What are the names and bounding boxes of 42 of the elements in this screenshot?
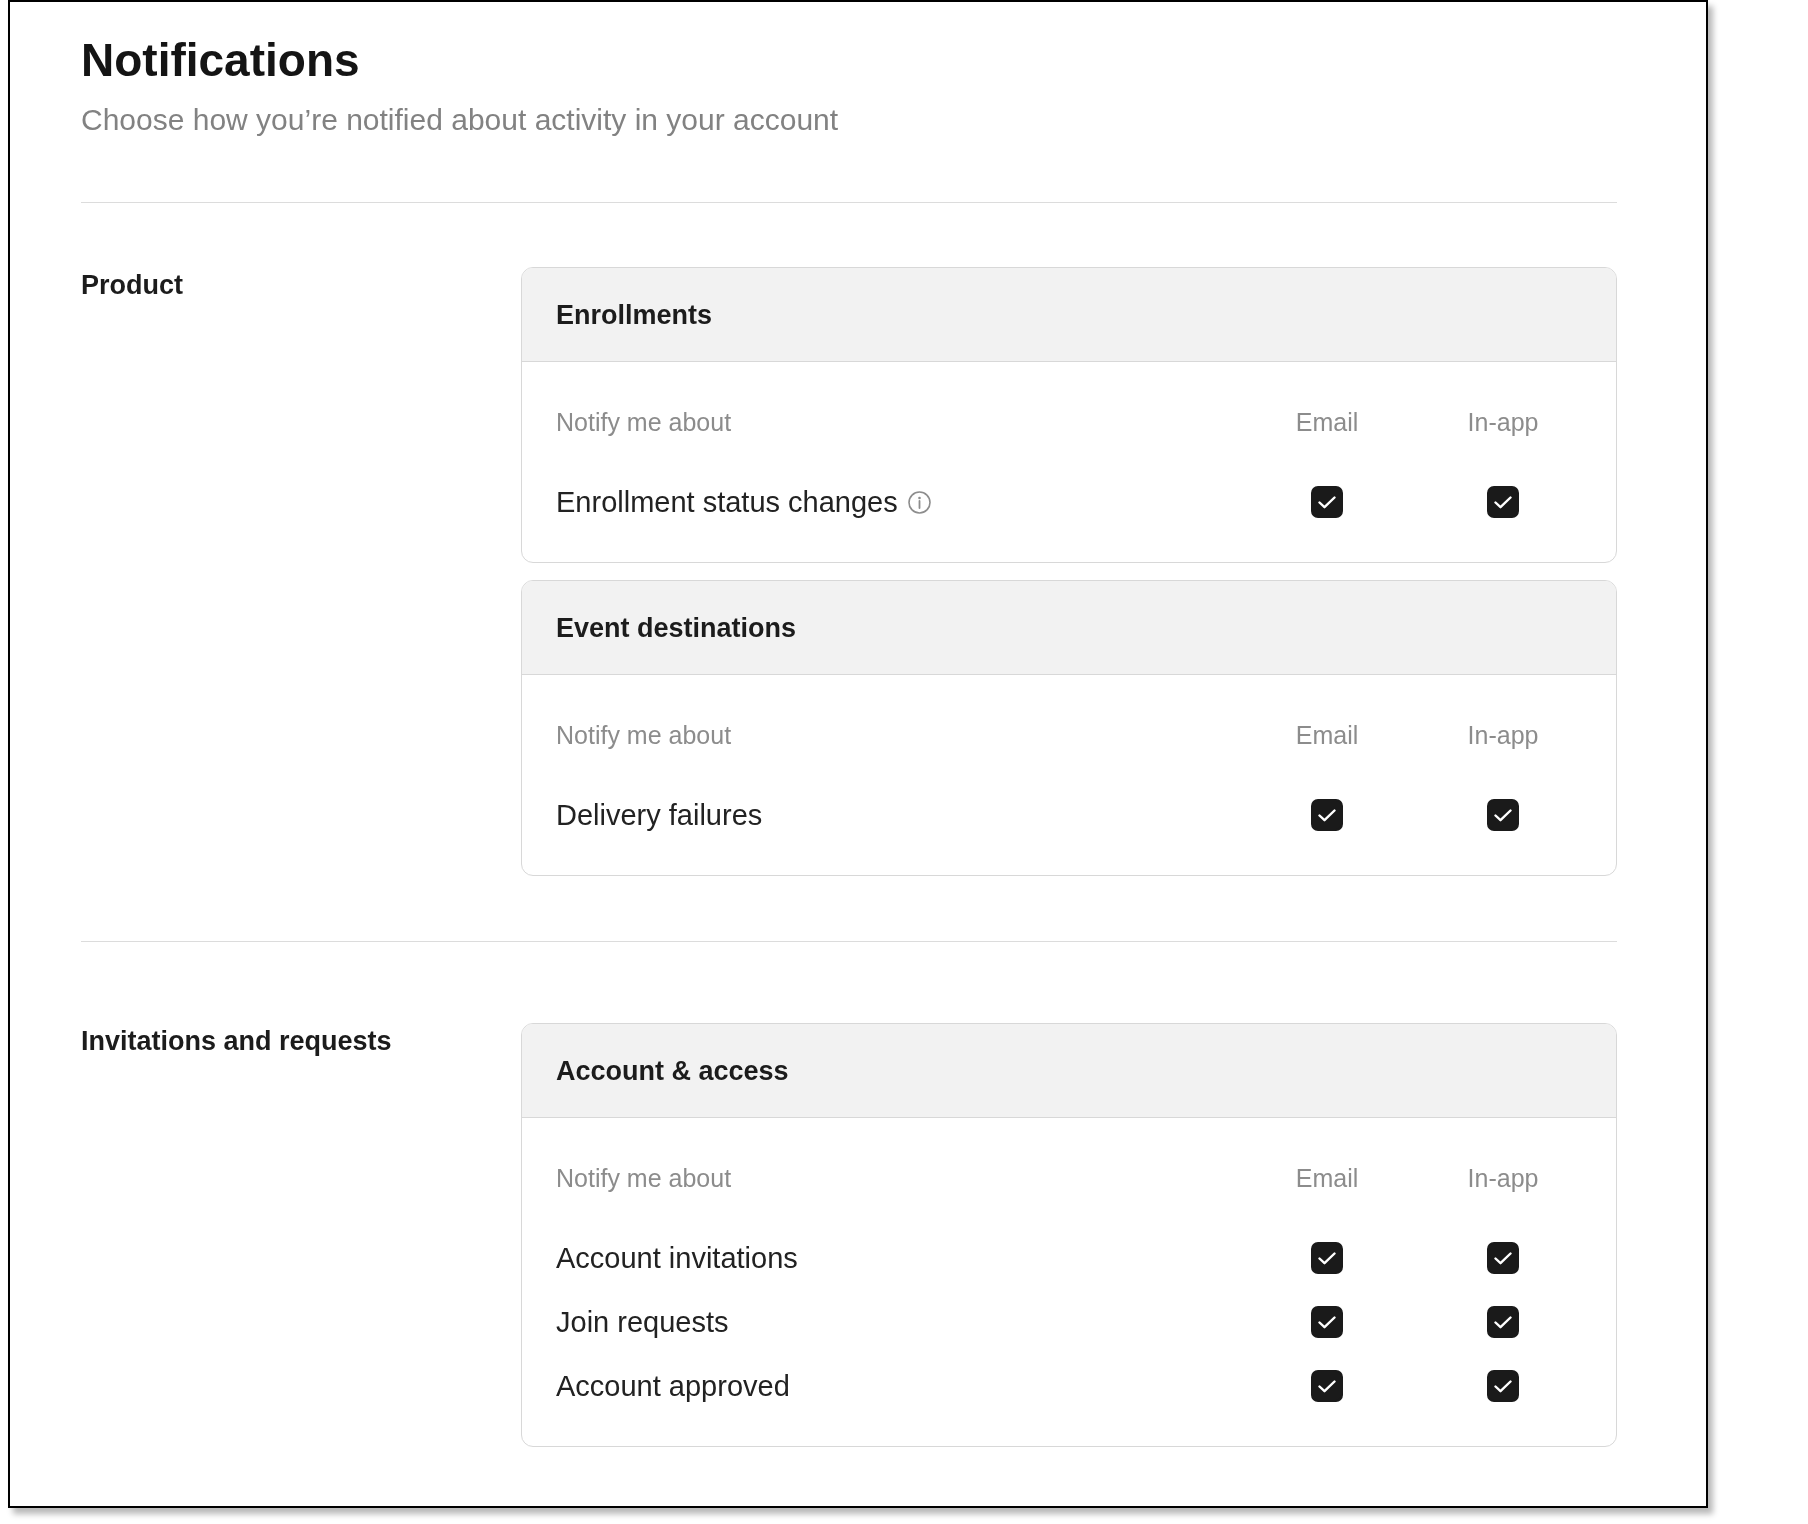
checkmark-icon bbox=[1318, 495, 1336, 509]
checkmark-icon bbox=[1494, 808, 1512, 822]
section-label: Product bbox=[81, 270, 183, 300]
card-title: Account & access bbox=[556, 1054, 789, 1088]
notification-label: Account approved bbox=[556, 1369, 790, 1404]
notification-label: Join requests bbox=[556, 1305, 729, 1340]
column-header: Notify me about bbox=[556, 408, 732, 436]
checkbox[interactable] bbox=[1311, 1242, 1343, 1274]
card-title: Enrollments bbox=[556, 298, 713, 332]
checkbox[interactable] bbox=[1311, 486, 1343, 518]
column-header: Notify me about bbox=[556, 1164, 732, 1192]
checkmark-icon bbox=[1494, 1315, 1512, 1329]
notification-label: Enrollment status changes bbox=[556, 485, 898, 520]
checkmark-icon bbox=[1318, 1251, 1336, 1265]
checkmark-icon bbox=[1318, 1315, 1336, 1329]
column-header: In-app bbox=[1467, 1164, 1539, 1192]
checkmark-icon bbox=[1494, 495, 1512, 509]
checkmark-icon bbox=[1494, 1251, 1512, 1265]
checkbox[interactable] bbox=[1487, 1306, 1519, 1338]
page-subtitle: Choose how you’re notified about activity in your account bbox=[81, 102, 839, 138]
checkmark-icon bbox=[1318, 808, 1336, 822]
checkbox[interactable] bbox=[1311, 1370, 1343, 1402]
checkbox[interactable] bbox=[1487, 799, 1519, 831]
page-title: Notifications bbox=[81, 33, 360, 88]
info-icon[interactable] bbox=[907, 490, 931, 514]
column-header: Email bbox=[1295, 408, 1359, 436]
checkmark-icon bbox=[1318, 1379, 1336, 1393]
notification-label: Account invitations bbox=[556, 1241, 798, 1276]
checkbox[interactable] bbox=[1487, 486, 1519, 518]
column-header: In-app bbox=[1467, 408, 1539, 436]
column-header: In-app bbox=[1467, 721, 1539, 749]
section-label: Invitations and requests bbox=[81, 1026, 392, 1056]
column-header: Email bbox=[1295, 721, 1359, 749]
checkbox[interactable] bbox=[1311, 1306, 1343, 1338]
checkbox[interactable] bbox=[1487, 1242, 1519, 1274]
checkbox[interactable] bbox=[1311, 799, 1343, 831]
column-header: Notify me about bbox=[556, 721, 732, 749]
checkbox[interactable] bbox=[1487, 1370, 1519, 1402]
card-title: Event destinations bbox=[556, 611, 797, 645]
column-header: Email bbox=[1295, 1164, 1359, 1192]
notification-label: Delivery failures bbox=[556, 798, 763, 833]
checkmark-icon bbox=[1494, 1379, 1512, 1393]
